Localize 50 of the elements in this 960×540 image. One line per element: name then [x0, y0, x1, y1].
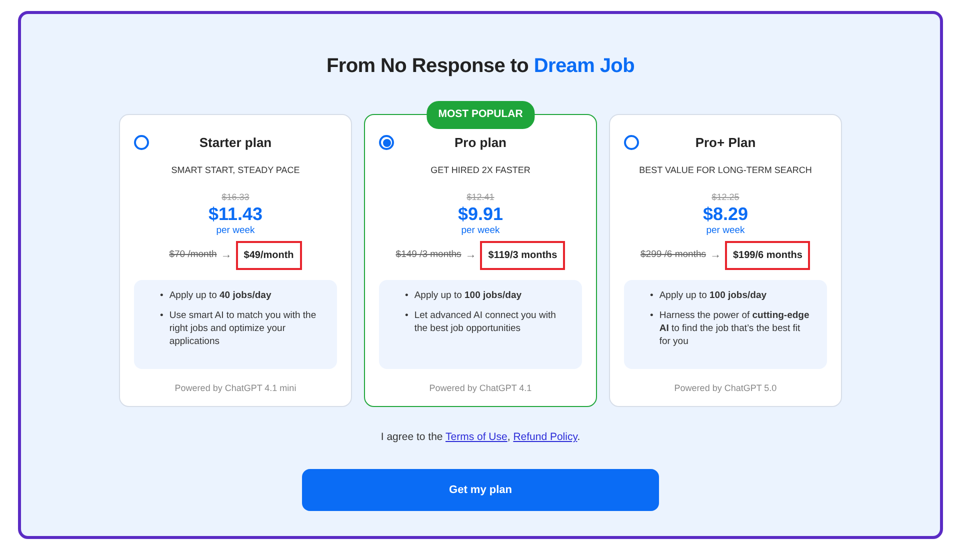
- old-weekly-price: $12.41: [466, 191, 494, 204]
- plan-name: Pro plan: [453, 134, 508, 152]
- bullet-mark: •: [405, 290, 408, 302]
- policy-link[interactable]: Refund Policy: [513, 431, 578, 443]
- plan-card[interactable]: [119, 114, 352, 407]
- bullet-mark: •: [405, 310, 408, 324]
- bullet-mark: •: [650, 310, 654, 324]
- plan-card[interactable]: [609, 114, 842, 407]
- old-weekly-price: $12.25: [712, 191, 740, 204]
- plan-name: Starter plan: [198, 134, 273, 152]
- bullet-mark: •: [160, 290, 164, 302]
- price-period: per week: [706, 224, 745, 238]
- page-title: From No Response to Dream Job: [326, 54, 635, 79]
- feature-text: Let advanced AI connect you with the best job opportunities: [414, 310, 557, 336]
- total-price: $199/6 months: [725, 240, 810, 270]
- bullet-mark: •: [160, 310, 164, 324]
- price-period: per week: [216, 224, 255, 238]
- old-total-price: $149 /3 months: [396, 248, 462, 262]
- plan-tagline: BEST VALUE FOR LONG-TERM SEARCH: [639, 164, 812, 176]
- radio-button[interactable]: [624, 135, 639, 150]
- old-weekly-price: $16.33: [222, 191, 250, 204]
- weekly-price: $9.91: [458, 204, 504, 224]
- feature-text: Use smart AI to match you with the right jobs and optimize your applications: [169, 310, 318, 349]
- radio-button[interactable]: [379, 135, 394, 150]
- radio-button[interactable]: [134, 135, 149, 150]
- feature-text: Apply up to 100 jobs/day: [414, 290, 522, 302]
- old-total-price: $70 /month: [169, 248, 217, 262]
- powered-by-text: Powered by ChatGPT 5.0: [674, 382, 777, 395]
- plan-tagline: GET HIRED 2X FASTER: [430, 164, 530, 176]
- most-popular-badge: MOST POPULAR: [426, 101, 535, 129]
- old-total-price: $299 /6 months: [640, 248, 706, 262]
- policy-link[interactable]: Terms of Use: [445, 431, 508, 443]
- feature-text: Apply up to 40 jobs/day: [169, 290, 272, 302]
- total-price: $119/3 months: [480, 240, 566, 270]
- agreement-text: I agree to the Terms of Use, Refund Policy.: [380, 430, 580, 445]
- total-price: $49/month: [236, 240, 302, 270]
- plan-tagline: SMART START, STEADY PACE: [171, 164, 300, 176]
- feature-text: Apply up to 100 jobs/day: [659, 290, 767, 302]
- arrow-icon: →: [220, 246, 232, 264]
- get-plan-button[interactable]: Get my plan: [302, 468, 659, 511]
- powered-by-text: Powered by ChatGPT 4.1: [429, 382, 532, 395]
- price-period: per week: [461, 224, 500, 238]
- weekly-price: $11.43: [208, 204, 263, 224]
- weekly-price: $8.29: [702, 204, 748, 224]
- powered-by-text: Powered by ChatGPT 4.1 mini: [174, 382, 296, 395]
- plan-name: Pro+ Plan: [694, 134, 757, 152]
- arrow-icon: →: [710, 246, 721, 264]
- feature-text: Harness the power of cutting-edge AI to find the job that’s the best fit for you: [659, 310, 810, 349]
- arrow-icon: →: [465, 246, 476, 264]
- bullet-mark: •: [650, 290, 654, 302]
